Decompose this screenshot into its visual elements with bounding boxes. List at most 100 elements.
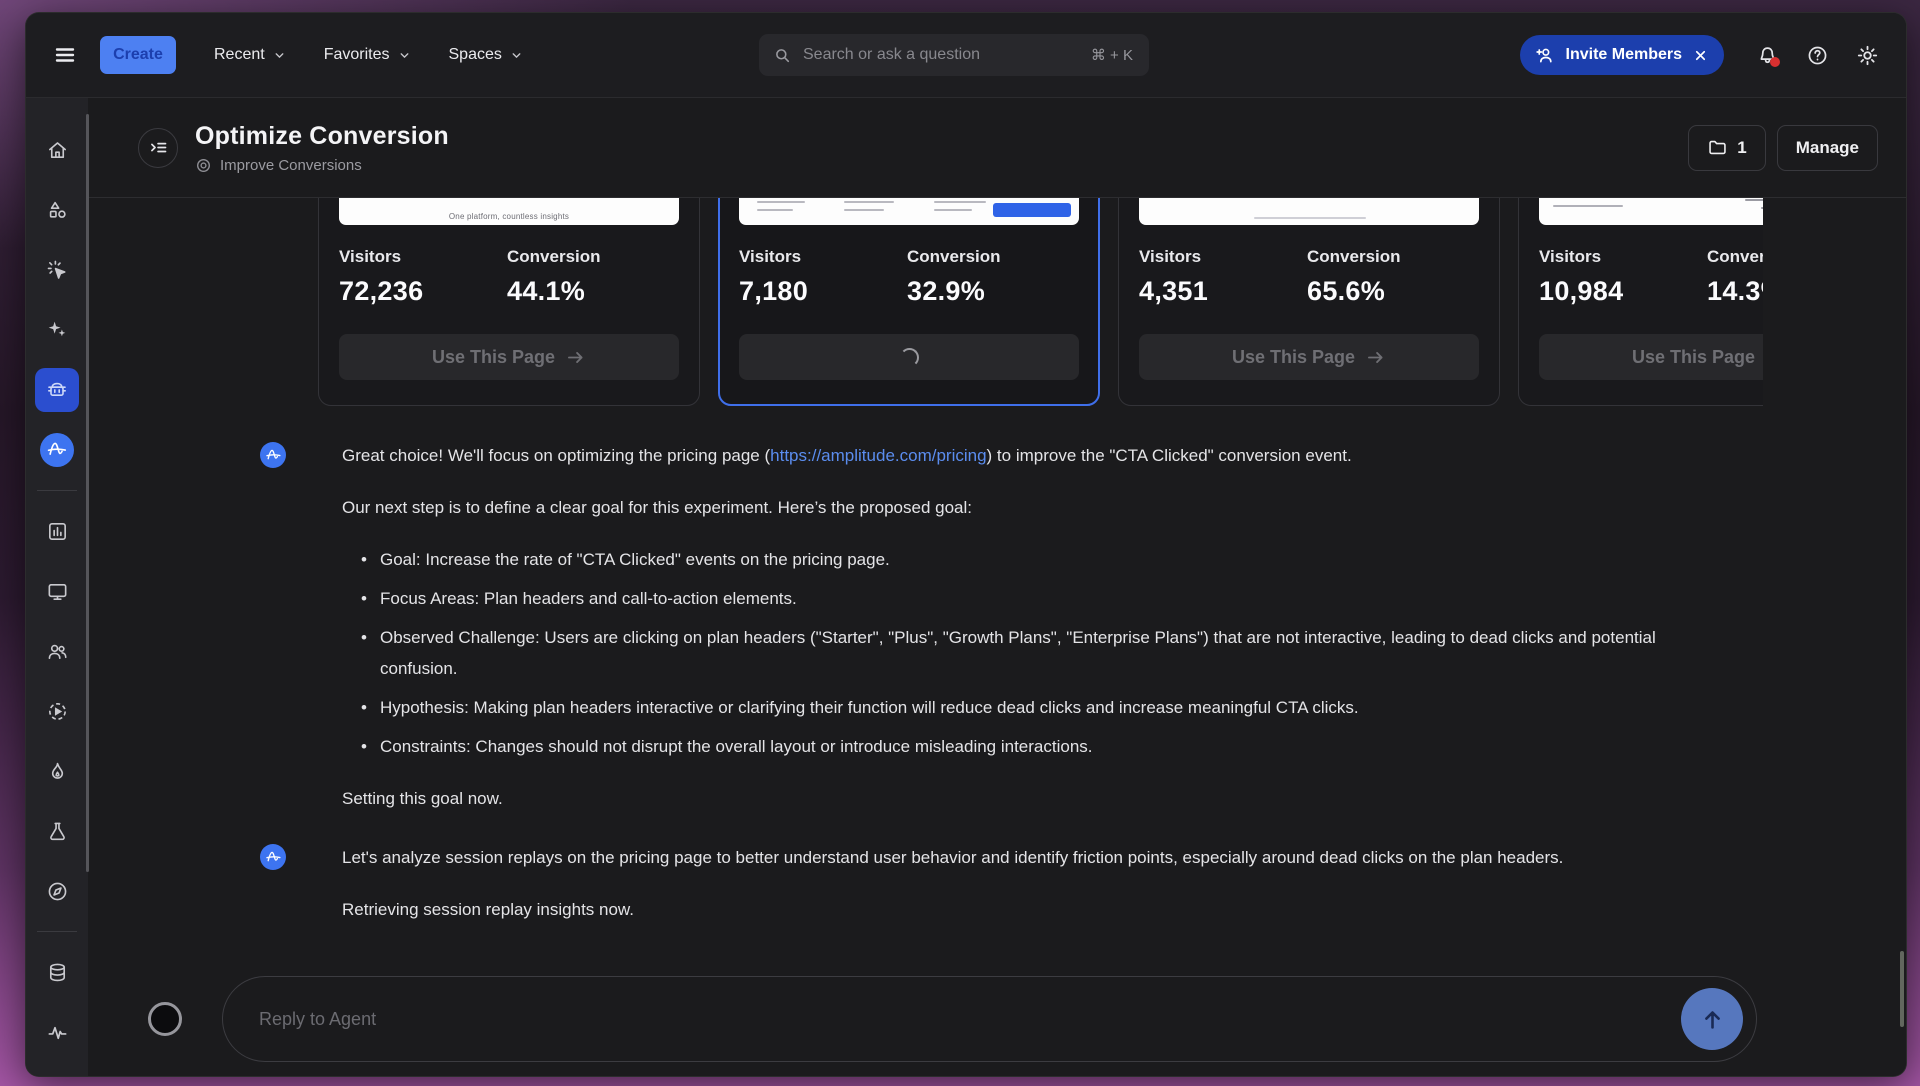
users-icon[interactable] (35, 629, 79, 673)
agent-message-2: Let's analyze session replays on the pri… (260, 842, 1906, 925)
close-icon[interactable] (1693, 48, 1708, 63)
send-button[interactable] (1681, 988, 1743, 1050)
visitors-value: 72,236 (339, 276, 507, 307)
heatmap-flame-icon[interactable] (35, 749, 79, 793)
sidebar-divider (37, 931, 77, 932)
search-input[interactable]: Search or ask a question ⌘ + K (759, 34, 1149, 76)
activity-pulse-icon[interactable] (35, 1010, 79, 1054)
experiments-flask-icon[interactable] (35, 809, 79, 853)
main-panel: Optimize Conversion Improve Conversions … (88, 98, 1906, 1076)
arrow-right-icon (565, 347, 586, 368)
ai-sparkles-icon[interactable] (35, 308, 79, 352)
message-paragraph: Setting this goal now. (342, 783, 1722, 814)
list-item: Goal: Increase the rate of "CTA Clicked"… (380, 544, 1722, 575)
use-this-page-button[interactable]: Use This Page (339, 334, 679, 380)
reply-input[interactable] (259, 1009, 1681, 1030)
page-cards-carousel: One platform, countless insights Visitor… (318, 198, 1763, 410)
page-card-1[interactable]: One platform, countless insights Visitor… (318, 198, 700, 406)
menu-icon[interactable] (46, 36, 84, 74)
vertical-scrollbar[interactable] (1900, 951, 1904, 1027)
nav-recent[interactable]: Recent (214, 46, 286, 64)
visitors-value: 7,180 (739, 276, 907, 307)
chevron-down-icon (273, 49, 286, 62)
dashboards-monitor-icon[interactable] (35, 569, 79, 613)
home-icon[interactable] (35, 128, 79, 172)
page-subtitle: Improve Conversions (220, 157, 362, 174)
message-paragraph: Great choice! We'll focus on optimizing … (342, 440, 1722, 471)
arrow-up-icon (1699, 1006, 1726, 1033)
autocapture-click-icon[interactable] (35, 248, 79, 292)
message-paragraph: Retrieving session replay insights now. (342, 894, 1563, 925)
agent-message-1: Great choice! We'll focus on optimizing … (260, 440, 1906, 814)
nav-spaces[interactable]: Spaces (449, 46, 523, 64)
chevron-down-icon (398, 49, 411, 62)
conversion-label: Conversion (1307, 247, 1475, 267)
conversion-value: 44.1% (507, 276, 675, 307)
list-item: Hypothesis: Making plan headers interact… (380, 692, 1722, 723)
shapes-icon[interactable] (35, 188, 79, 232)
search-shortcut: ⌘ + K (1091, 46, 1133, 64)
discover-compass-icon[interactable] (35, 869, 79, 913)
page-thumbnail: One platform, countless insights (339, 198, 679, 225)
charts-icon[interactable] (35, 509, 79, 553)
page-card-4[interactable]: Visitors10,984 Conversion14.3% Use This … (1518, 198, 1763, 406)
amplitude-agent-avatar (260, 844, 286, 870)
folder-count-button[interactable]: 1 (1688, 125, 1765, 171)
amplitude-agent-avatar (260, 442, 286, 468)
use-this-page-button[interactable]: Use This Page (1139, 334, 1479, 380)
chat-scroll-area: One platform, countless insights Visitor… (88, 198, 1906, 1076)
list-item: Constraints: Changes should not disrupt … (380, 731, 1722, 762)
goal-target-icon (195, 157, 212, 174)
loading-spinner-icon (900, 348, 919, 367)
reply-pill[interactable] (222, 976, 1757, 1062)
visitors-value: 4,351 (1139, 276, 1307, 307)
arrow-right-icon (1365, 347, 1386, 368)
visitors-value: 10,984 (1539, 276, 1707, 307)
sidebar-scrollbar[interactable] (86, 114, 89, 872)
agent-robot-icon[interactable] (35, 368, 79, 412)
page-header: Optimize Conversion Improve Conversions … (88, 98, 1906, 198)
message-body: Great choice! We'll focus on optimizing … (342, 440, 1722, 814)
amplitude-logo-icon[interactable] (35, 428, 79, 472)
gear-icon[interactable] (1848, 36, 1886, 74)
data-database-icon[interactable] (35, 950, 79, 994)
composer (148, 976, 1906, 1062)
page-card-3[interactable]: Visitors4,351 Conversion65.6% Use This P… (1118, 198, 1500, 406)
visitors-label: Visitors (739, 247, 907, 267)
page-title: Optimize Conversion (195, 122, 449, 151)
use-this-page-button[interactable]: Use This Page (1539, 334, 1763, 380)
visitors-label: Visitors (339, 247, 507, 267)
conversion-label: Conversion (907, 247, 1075, 267)
invite-members-button[interactable]: Invite Members (1520, 35, 1724, 75)
topbar-right-cluster: Invite Members (1520, 35, 1886, 75)
page-thumbnail (739, 198, 1079, 225)
collapse-panel-icon[interactable] (138, 128, 178, 168)
visitors-label: Visitors (1139, 247, 1307, 267)
message-paragraph: Our next step is to define a clear goal … (342, 492, 1722, 523)
bell-icon[interactable] (1748, 36, 1786, 74)
search-placeholder: Search or ask a question (803, 46, 1091, 64)
record-stop-button[interactable] (148, 1002, 182, 1036)
list-item: Observed Challenge: Users are clicking o… (380, 622, 1722, 684)
amplitude-logo-circle (40, 433, 74, 467)
help-icon[interactable] (1798, 36, 1836, 74)
manage-button[interactable]: Manage (1777, 125, 1878, 171)
page-thumbnail (1139, 198, 1479, 225)
folder-icon (1707, 137, 1728, 158)
page-card-2-selected[interactable]: Visitors7,180 Conversion32.9% (718, 198, 1100, 406)
pricing-page-link[interactable]: https://amplitude.com/pricing (770, 446, 986, 465)
user-add-icon (1534, 45, 1555, 66)
session-replay-icon[interactable] (35, 689, 79, 733)
list-item: Focus Areas: Plan headers and call-to-ac… (380, 583, 1722, 614)
top-navigation-bar: Create Recent Favorites Spaces Search or… (26, 13, 1906, 97)
title-block: Optimize Conversion Improve Conversions (195, 122, 449, 174)
nav-favorites[interactable]: Favorites (324, 46, 411, 64)
use-this-page-button-loading[interactable] (739, 334, 1079, 380)
create-button[interactable]: Create (100, 36, 176, 74)
goal-bullet-list: Goal: Increase the rate of "CTA Clicked"… (342, 544, 1722, 762)
thumbnail-cta-chip (993, 203, 1071, 217)
app-window: Create Recent Favorites Spaces Search or… (25, 12, 1907, 1077)
conversion-label: Conversion (1707, 247, 1763, 267)
notification-dot (1770, 57, 1780, 67)
agent-chat-thread: Great choice! We'll focus on optimizing … (88, 410, 1906, 976)
